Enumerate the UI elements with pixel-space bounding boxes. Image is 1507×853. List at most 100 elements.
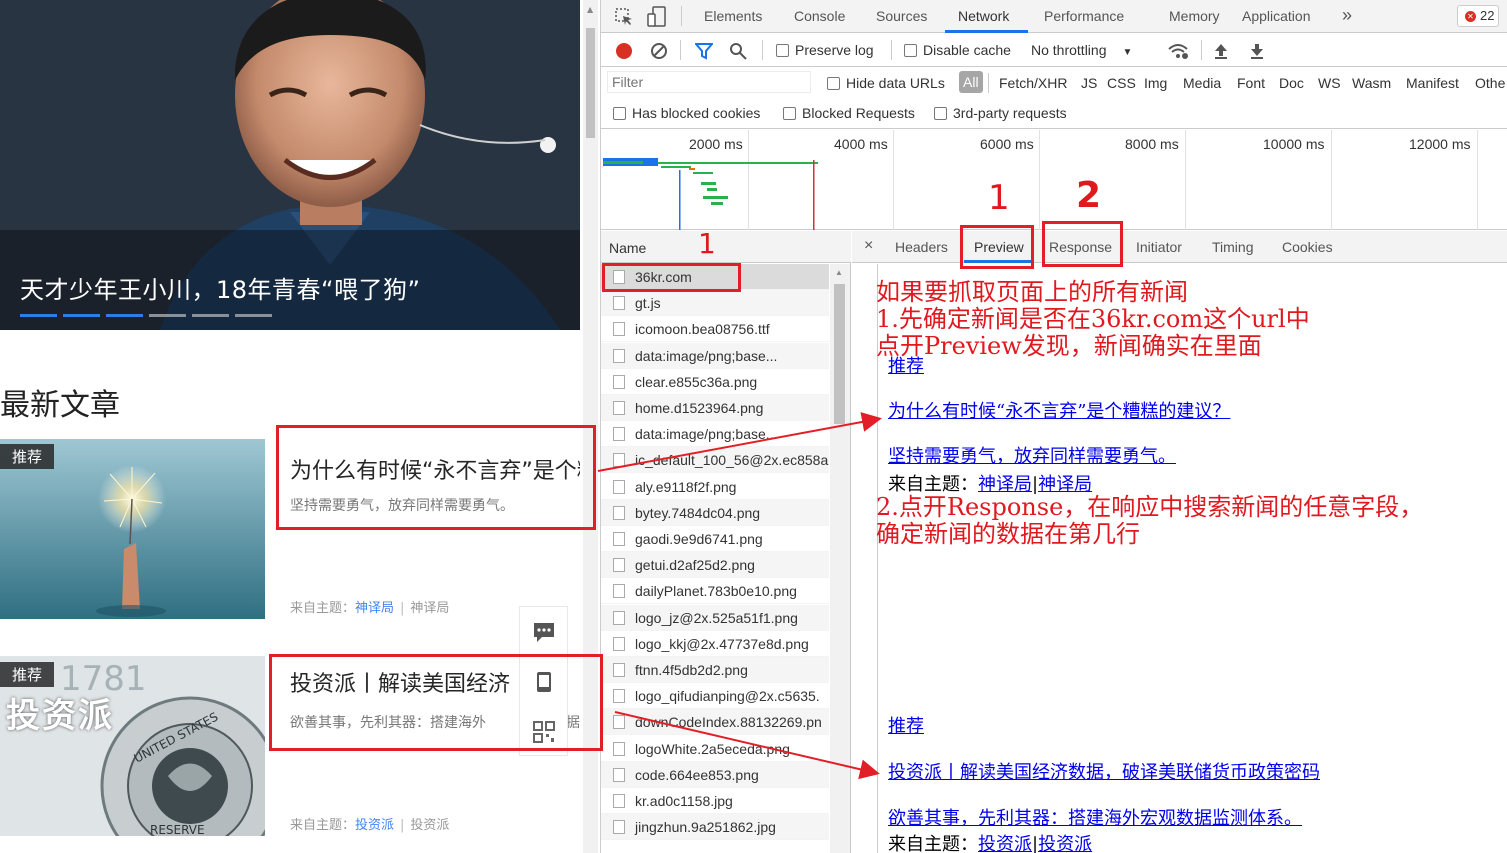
scroll-up-icon[interactable]: ▲	[587, 5, 593, 14]
type-filter-manifest[interactable]: Manifest	[1406, 75, 1459, 91]
type-filter-font[interactable]: Font	[1237, 75, 1265, 91]
carousel-dot[interactable]	[20, 314, 57, 317]
type-filter-fetch-xhr[interactable]: Fetch/XHR	[999, 75, 1067, 91]
error-counter-badge[interactable]: ✕ 22	[1457, 5, 1499, 27]
preview-title-link[interactable]: 投资派丨解读美国经济数据，破译美联储货币政策密码	[888, 758, 1320, 784]
request-row[interactable]: dailyPlanet.783b0e10.png	[601, 578, 829, 605]
preview-summary-link[interactable]: 欲善其事，先利其器：搭建海外宏观数据监测体系。	[888, 804, 1302, 830]
type-filter-js[interactable]: JS	[1081, 75, 1097, 91]
inspect-element-icon[interactable]	[614, 7, 634, 27]
hero-title[interactable]: 天才少年王小川，18年青春“喂了狗”	[20, 270, 420, 305]
tab-sources[interactable]: Sources	[876, 8, 927, 24]
tab-initiator[interactable]: Initiator	[1136, 239, 1182, 255]
type-filter-doc[interactable]: Doc	[1279, 75, 1304, 91]
type-filter-media[interactable]: Media	[1183, 75, 1221, 91]
topic-name[interactable]: 投资派	[410, 818, 449, 833]
type-filter-css[interactable]: CSS	[1107, 75, 1136, 91]
third-party-checkbox[interactable]: 3rd-party requests	[934, 105, 1067, 121]
article-thumbnail[interactable]: 1781 UNITED STATES RESERVE 推荐 投资派	[0, 656, 265, 836]
scroll-up-icon[interactable]: ▲	[835, 268, 843, 277]
preserve-log-checkbox[interactable]: Preserve log	[776, 42, 874, 58]
tab-memory[interactable]: Memory	[1169, 8, 1220, 24]
request-row[interactable]: aly.e9118f2f.png	[601, 474, 829, 500]
checkbox[interactable]	[827, 77, 840, 90]
clear-icon[interactable]	[650, 42, 668, 60]
search-icon[interactable]	[729, 42, 747, 60]
type-filter-ws[interactable]: WS	[1318, 75, 1341, 91]
checkbox[interactable]	[934, 107, 947, 120]
request-row[interactable]: clear.e855c36a.png	[601, 369, 829, 395]
close-detail-icon[interactable]: ×	[864, 237, 873, 255]
more-tabs-icon[interactable]: »	[1342, 5, 1352, 26]
tab-elements[interactable]: Elements	[704, 8, 762, 24]
hide-data-urls-checkbox[interactable]: Hide data URLs	[827, 75, 945, 91]
filter-input[interactable]	[607, 71, 811, 93]
network-conditions-icon[interactable]	[1167, 42, 1189, 60]
request-row[interactable]: downCodeIndex.88132269.pn	[601, 709, 829, 736]
request-row[interactable]: logoWhite.2a5eceda.png	[601, 736, 829, 762]
blocked-requests-checkbox[interactable]: Blocked Requests	[783, 105, 915, 121]
tab-application[interactable]: Application	[1242, 8, 1311, 24]
carousel-dot[interactable]	[63, 314, 100, 317]
preview-summary-link[interactable]: 坚持需要勇气，放弃同样需要勇气。	[888, 442, 1176, 468]
carousel-dot[interactable]	[149, 314, 186, 317]
request-row[interactable]: data:image/png;base...	[601, 421, 829, 448]
request-row[interactable]: ftnn.4f5db2d2.png	[601, 657, 829, 683]
checkbox[interactable]	[613, 107, 626, 120]
scrollbar-thumb[interactable]	[834, 284, 845, 424]
tab-headers[interactable]: Headers	[895, 239, 948, 255]
tab-timing[interactable]: Timing	[1212, 239, 1254, 255]
scrollbar-thumb[interactable]	[586, 28, 595, 138]
topic-link[interactable]: 投资派	[1038, 834, 1092, 853]
checkbox[interactable]	[904, 44, 917, 57]
article-thumbnail[interactable]: 推荐	[0, 439, 265, 619]
topic-name[interactable]: 神译局	[410, 601, 449, 616]
preview-tag-link[interactable]: 推荐	[888, 712, 924, 738]
checkbox[interactable]	[783, 107, 796, 120]
has-blocked-cookies-checkbox[interactable]: Has blocked cookies	[613, 105, 760, 121]
comment-icon[interactable]	[533, 621, 555, 643]
topic-link[interactable]: 投资派	[355, 818, 394, 833]
request-list-scrollbar[interactable]: ▲	[830, 264, 850, 853]
request-row[interactable]: jingzhun.9a251862.jpg	[601, 814, 829, 841]
carousel-dot[interactable]	[235, 314, 272, 317]
type-filter-wasm[interactable]: Wasm	[1352, 75, 1391, 91]
network-overview-timeline[interactable]: 2000 ms 4000 ms 6000 ms 8000 ms 10000 ms…	[601, 130, 1507, 230]
import-har-icon[interactable]	[1213, 42, 1229, 60]
tab-console[interactable]: Console	[794, 8, 845, 24]
request-row[interactable]: kr.ad0c1158.jpg	[601, 788, 829, 814]
request-row[interactable]: icomoon.bea08756.ttf	[601, 316, 829, 343]
hero-banner[interactable]: 天才少年王小川，18年青春“喂了狗”	[0, 0, 580, 330]
request-row[interactable]: getui.d2af25d2.png	[601, 552, 829, 579]
topic-link[interactable]: 神译局	[978, 474, 1032, 495]
type-filter-img[interactable]: Img	[1144, 75, 1167, 91]
request-row[interactable]: logo_jz@2x.525a51f1.png	[601, 604, 829, 631]
type-filter-all[interactable]: All	[959, 71, 983, 93]
checkbox[interactable]	[776, 44, 789, 57]
topic-link[interactable]: 神译局	[355, 601, 394, 616]
carousel-dot[interactable]	[192, 314, 229, 317]
tab-performance[interactable]: Performance	[1044, 8, 1124, 24]
request-row[interactable]: data:image/png;base...	[601, 342, 829, 369]
filter-icon[interactable]	[695, 42, 713, 60]
topic-link[interactable]: 神译局	[1038, 474, 1092, 495]
name-column-header[interactable]: Name	[601, 231, 851, 263]
topic-link[interactable]: 投资派	[978, 834, 1032, 853]
tab-cookies[interactable]: Cookies	[1282, 239, 1333, 255]
tab-network[interactable]: Network	[958, 8, 1009, 24]
request-row[interactable]: logo_qifudianping@2x.c5635.	[601, 683, 829, 710]
request-row[interactable]: gt.js	[601, 290, 829, 317]
type-filter-other[interactable]: Othe	[1475, 75, 1505, 91]
request-row[interactable]: ic_default_100_56@2x.ec858a	[601, 447, 829, 474]
throttling-select[interactable]: No throttling ▼	[1031, 42, 1132, 58]
request-row[interactable]: code.664ee853.png	[601, 761, 829, 788]
request-row[interactable]: logo_kkj@2x.47737e8d.png	[601, 631, 829, 657]
disable-cache-checkbox[interactable]: Disable cache	[904, 42, 1011, 58]
request-row[interactable]: home.d1523964.png	[601, 395, 829, 421]
request-row[interactable]: bytey.7484dc04.png	[601, 499, 829, 526]
preview-title-link[interactable]: 为什么有时候“永不言弃”是个糟糕的建议？	[888, 397, 1230, 423]
record-icon[interactable]	[615, 42, 633, 60]
request-row[interactable]: gaodi.9e9d6741.png	[601, 526, 829, 552]
carousel-dot[interactable]	[106, 314, 143, 317]
device-toolbar-icon[interactable]	[647, 6, 667, 28]
